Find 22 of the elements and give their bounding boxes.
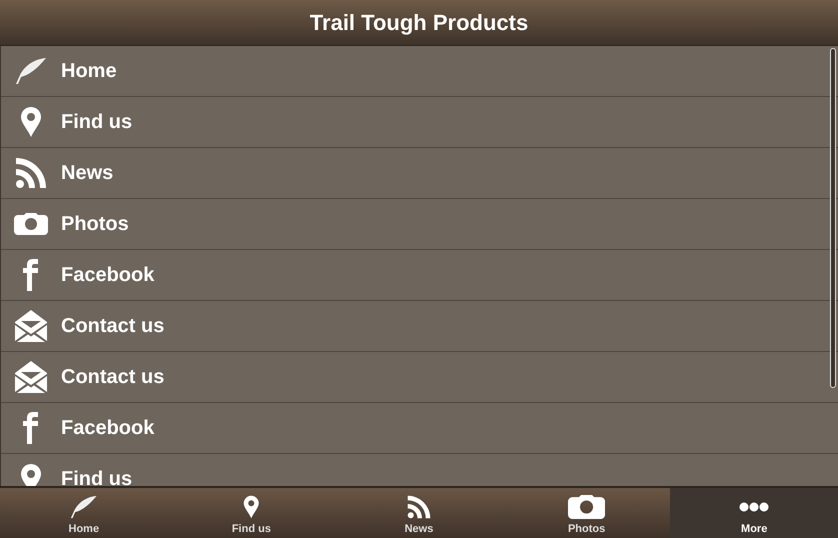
more-dots-icon [739,502,770,512]
feather-icon [70,495,98,519]
rss-icon [15,157,47,189]
facebook-icon [23,259,39,291]
camera-icon [568,495,606,519]
location-pin-icon [20,106,42,138]
tab[interactable]: Home [0,488,168,538]
tab[interactable]: Find us [168,488,336,538]
app-title: Trail Tough Products [310,10,528,36]
feather-icon [15,57,47,85]
tab[interactable]: Photos [502,488,670,538]
facebook-icon [23,412,39,444]
envelope-icon [15,361,47,393]
scrollbar[interactable] [830,48,836,388]
tab[interactable]: News [335,488,503,538]
tab[interactable]: More [670,488,838,538]
rss-icon [406,495,431,519]
camera-icon [14,213,48,235]
envelope-icon [15,310,47,342]
location-pin-icon [243,495,260,519]
location-pin-icon [20,463,42,486]
menu-item[interactable]: Facebook [1,403,838,454]
